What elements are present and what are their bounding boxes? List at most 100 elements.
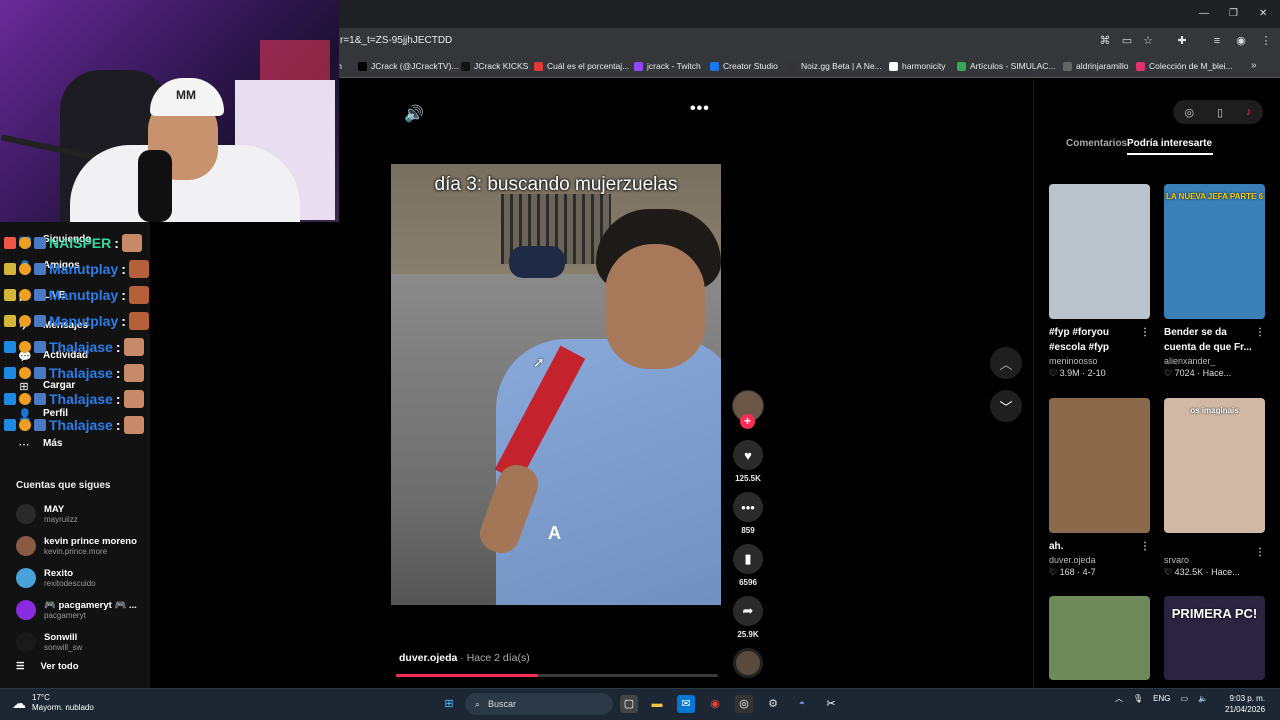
chat-username[interactable]: Thalajase: [49, 365, 113, 381]
chat-badge-icon: [4, 419, 16, 431]
chat-username[interactable]: Thalajase: [49, 417, 113, 433]
chat-username[interactable]: Manutplay: [49, 261, 118, 277]
card-more-icon[interactable]: ⋮: [1140, 325, 1150, 340]
video-thumbnail[interactable]: LA NUEVA JEFA PARTE 6: [1164, 184, 1265, 319]
extensions-icon[interactable]: ✚: [1175, 34, 1189, 48]
recommended-video-card[interactable]: PRIMERA PC!: [1164, 596, 1265, 680]
compass-icon[interactable]: ◎: [1184, 106, 1194, 119]
menu-kebab-icon[interactable]: ⋮: [1259, 34, 1273, 48]
card-author[interactable]: duver.ojeda: [1049, 555, 1150, 565]
bookmark-item[interactable]: aldrinjaramillo: [1063, 61, 1128, 71]
more-options-icon[interactable]: •••: [690, 100, 710, 118]
tiktok-icon[interactable]: ♪: [1246, 106, 1252, 118]
followed-account[interactable]: MAY mayruiizz: [16, 501, 78, 527]
windows-start-icon[interactable]: ⊞: [440, 695, 458, 713]
speaker-icon[interactable]: 🔈: [1198, 694, 1208, 703]
cast-icon[interactable]: ▭: [1120, 34, 1134, 48]
bookmark-item[interactable]: JCrack KICKS: [461, 61, 528, 71]
author-name[interactable]: duver.ojeda: [399, 652, 457, 664]
bookmark-item[interactable]: jcrack - Twitch: [634, 61, 701, 71]
video-author-line[interactable]: duver.ojeda · Hace 2 día(s): [399, 652, 530, 664]
see-all-label: Ver todo: [40, 661, 79, 672]
weather-widget[interactable]: ☁ 17°C Mayorm. nublado: [12, 693, 94, 713]
comment-button[interactable]: ••• 859: [733, 492, 763, 535]
video-thumbnail[interactable]: [1049, 398, 1150, 533]
sidebar-nav-item[interactable]: Más: [43, 438, 62, 449]
video-thumbnail[interactable]: [1049, 184, 1150, 319]
card-more-icon[interactable]: ⋮: [1255, 545, 1265, 560]
card-more-icon[interactable]: ⋮: [1255, 325, 1265, 340]
chrome-icon[interactable]: ◉: [706, 695, 724, 713]
tab-comments[interactable]: Comentarios: [1066, 138, 1127, 149]
chat-emote-icon: [121, 234, 142, 252]
recommended-video-card[interactable]: ah. ⋮ duver.ojeda ♡ 168 · 4-7: [1049, 398, 1150, 578]
reading-list-icon[interactable]: ≡: [1210, 34, 1224, 48]
followed-account[interactable]: kevin prince moreno kevin.prince.more: [16, 533, 137, 559]
minimize-icon[interactable]: —: [1199, 8, 1209, 19]
card-more-icon[interactable]: ⋮: [1140, 539, 1150, 554]
close-icon[interactable]: ✕: [1259, 8, 1267, 19]
card-author[interactable]: alienxander_: [1164, 356, 1265, 366]
translate-icon[interactable]: ⌘: [1098, 34, 1112, 48]
recommended-video-card[interactable]: [1049, 596, 1150, 680]
video-thumbnail[interactable]: [1049, 596, 1150, 680]
bookmark-label: jcrack - Twitch: [647, 61, 701, 71]
chat-username[interactable]: Manutplay: [49, 287, 118, 303]
bookmark-item[interactable]: JCrack (@JCrackTV)...: [358, 61, 459, 71]
recommended-video-card[interactable]: os imaginais ⋮ srvaro ♡ 432.5K · Hace...: [1164, 398, 1265, 578]
volume-icon[interactable]: 🔊: [404, 104, 424, 124]
more-bookmarks-icon[interactable]: »: [1251, 60, 1257, 71]
recommended-video-card[interactable]: #fyp #foryou #escola #fyp ⋮ meninoosso ♡ 3.…: [1049, 184, 1150, 379]
bookmark-icon: ▮: [733, 544, 763, 574]
chat-username[interactable]: Thalajase: [49, 391, 113, 407]
app-icon[interactable]: ⚙: [764, 695, 782, 713]
obs-icon[interactable]: ◎: [735, 695, 753, 713]
tray-expand-icon[interactable]: ︿: [1115, 693, 1123, 704]
bookmark-item[interactable]: Noiz.gg Beta | A Ne...: [788, 61, 882, 71]
bookmark-item[interactable]: Artículos - SIMULAC...: [957, 61, 1056, 71]
followed-account[interactable]: 🎮 pacgameryt 🎮 ... pacgameryt: [16, 597, 137, 623]
chat-username[interactable]: NAISPER: [49, 235, 111, 251]
chat-badge-icon: [4, 393, 16, 405]
previous-video-button[interactable]: ︿: [990, 347, 1022, 379]
tab-you-may-like[interactable]: Podría interesarte: [1127, 138, 1212, 149]
followed-account[interactable]: Rexito rexitodescuido: [16, 565, 96, 591]
see-all-link[interactable]: ☰ Ver todo: [16, 661, 79, 672]
snipping-tool-icon[interactable]: ✂: [822, 695, 840, 713]
like-button[interactable]: ♥ 125.5K: [733, 440, 763, 483]
bookmark-star-icon[interactable]: ☆: [1141, 34, 1155, 48]
video-thumbnail[interactable]: os imaginais: [1164, 398, 1265, 533]
discord-icon[interactable]: ◓: [793, 695, 811, 713]
card-author[interactable]: srvaro: [1164, 555, 1265, 565]
heart-outline-icon: ♡: [1049, 368, 1060, 378]
network-icon[interactable]: ▭: [1181, 694, 1189, 703]
microphone-icon[interactable]: 🎙: [1133, 694, 1143, 703]
followed-account[interactable]: Sonwill sonwill_sw: [16, 629, 82, 655]
taskbar-search[interactable]: ⌕ Buscar: [465, 693, 613, 715]
url-text[interactable]: r=1&_t=ZS-95jjhJECTDD: [340, 35, 452, 46]
task-view-icon[interactable]: ▢: [620, 695, 638, 713]
mail-icon[interactable]: ✉: [677, 695, 695, 713]
phone-icon[interactable]: ▯: [1217, 106, 1223, 119]
chat-username[interactable]: Manutplay: [49, 313, 118, 329]
video-thumbnail[interactable]: PRIMERA PC!: [1164, 596, 1265, 680]
language-indicator[interactable]: ENG: [1153, 694, 1170, 703]
bookmark-item[interactable]: Cuál es el porcentaj...: [534, 61, 629, 71]
next-video-button[interactable]: ﹀: [990, 390, 1022, 422]
card-author[interactable]: meninoosso: [1049, 356, 1150, 366]
bookmark-item[interactable]: Creator Studio: [710, 61, 778, 71]
music-disc[interactable]: [733, 648, 763, 678]
bookmark-item[interactable]: harmonicity: [889, 61, 945, 71]
clock[interactable]: 9:03 p. m. 21/04/2026: [1225, 693, 1265, 715]
save-button[interactable]: ▮ 6596: [733, 544, 763, 587]
bookmark-item[interactable]: Colección de M_blei...: [1136, 61, 1233, 71]
heart-outline-icon: ♡: [1164, 567, 1175, 577]
file-explorer-icon[interactable]: ▬: [648, 695, 666, 713]
share-button[interactable]: ➦ 25.9K: [733, 596, 763, 639]
chat-username[interactable]: Thalajase: [49, 339, 113, 355]
chat-badge-icon: [4, 289, 16, 301]
restore-icon[interactable]: ❐: [1229, 8, 1238, 19]
follow-plus-icon[interactable]: +: [740, 414, 755, 429]
recommended-video-card[interactable]: LA NUEVA JEFA PARTE 6 Bender se da cuenta…: [1164, 184, 1265, 379]
profile-icon[interactable]: ◉: [1234, 34, 1248, 48]
